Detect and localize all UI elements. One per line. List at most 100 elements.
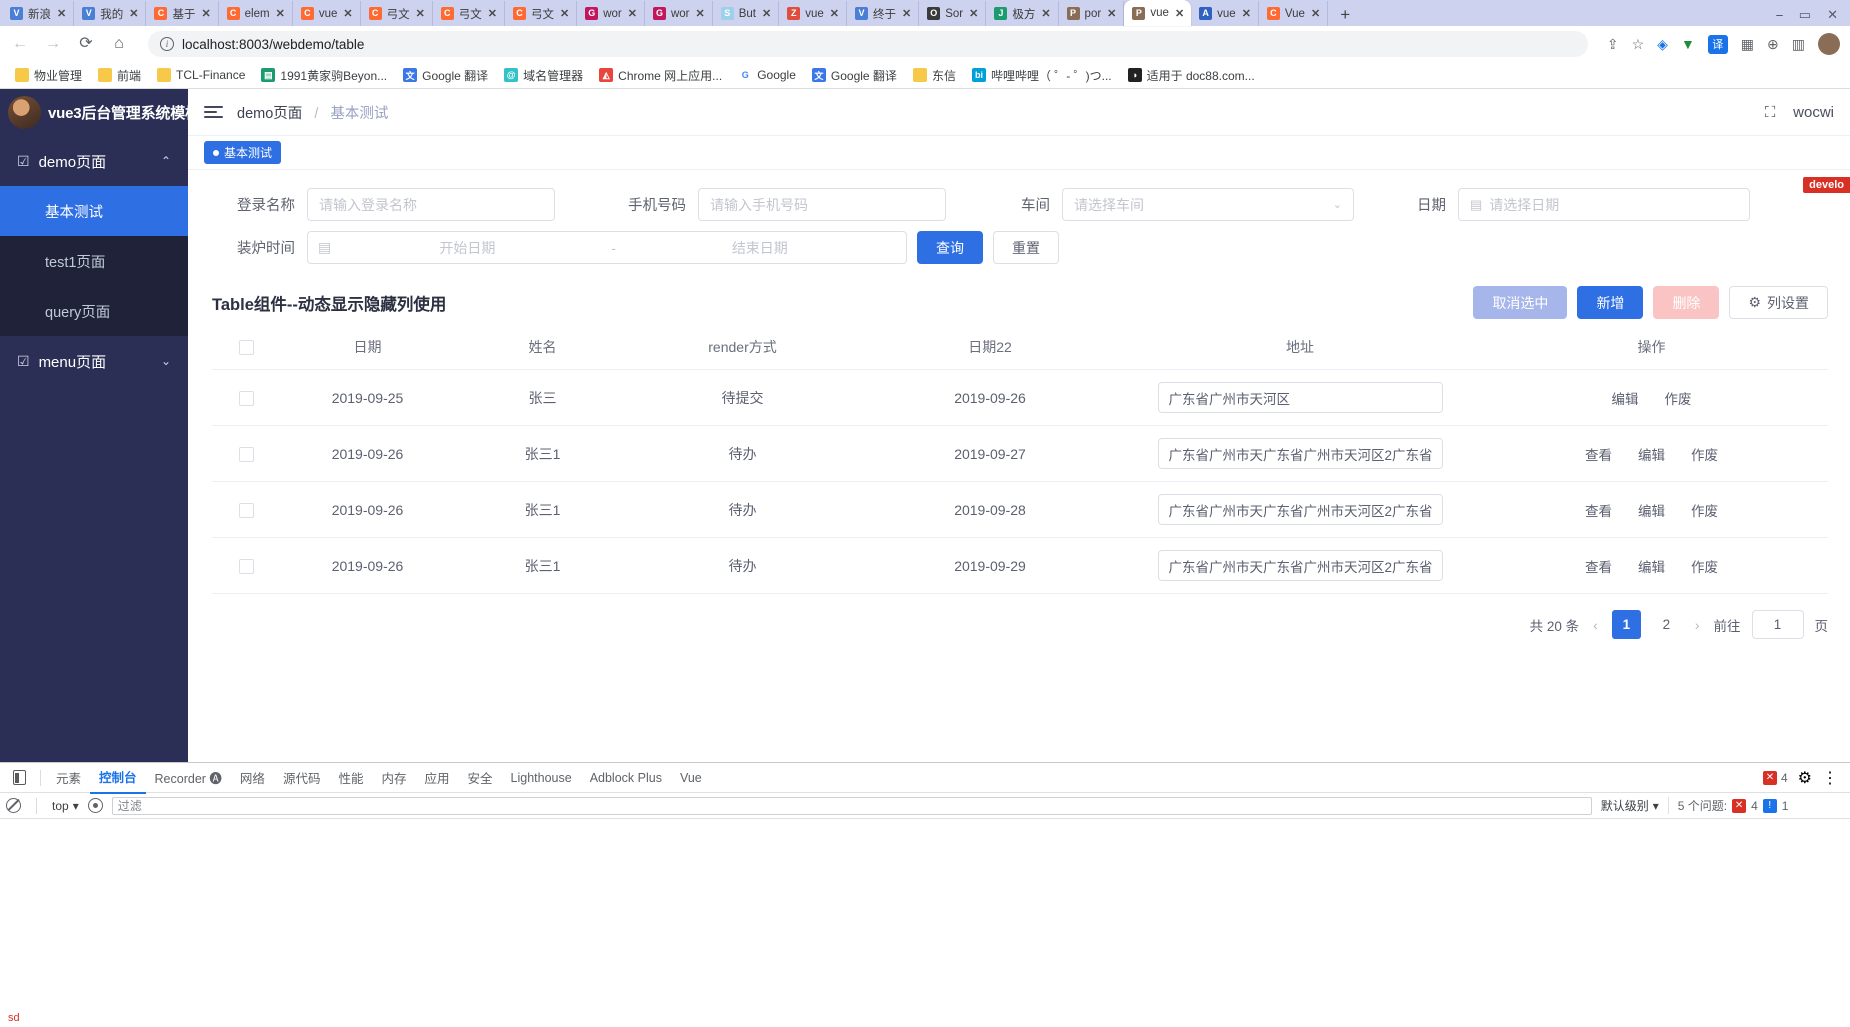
row-checkbox[interactable] xyxy=(238,446,254,462)
console-output[interactable]: sd xyxy=(0,819,1850,1027)
extension-blue-icon[interactable]: ◈ xyxy=(1657,36,1668,53)
home-icon[interactable]: ⌂ xyxy=(109,36,129,52)
user-name-label[interactable]: wocwi xyxy=(1793,104,1834,121)
row-checkbox[interactable] xyxy=(238,502,254,518)
browser-tab[interactable]: Gwor ✕ xyxy=(577,1,645,26)
console-level-selector[interactable]: 默认级别 ▾ xyxy=(1601,797,1659,814)
forward-icon[interactable]: → xyxy=(43,36,63,52)
select-all-checkbox[interactable] xyxy=(238,340,254,356)
sidebar-item-basic-test[interactable]: 基本测试 xyxy=(0,186,188,236)
column-settings-button[interactable]: ⚙ 列设置 xyxy=(1729,286,1828,319)
maximize-icon[interactable]: ▭ xyxy=(1799,7,1811,23)
address-input[interactable]: 广东省广州市天广东省广州市天河区2广东省 xyxy=(1157,550,1443,581)
reload-icon[interactable]: ⟳ xyxy=(76,36,96,52)
close-tab-icon[interactable]: ✕ xyxy=(57,7,66,20)
devtools-tab[interactable]: Recorder 🅐 xyxy=(146,762,231,793)
devtools-tab[interactable]: 网络 xyxy=(231,762,274,793)
translate-badge-icon[interactable]: 译 xyxy=(1707,34,1728,54)
pagination-next[interactable]: › xyxy=(1692,617,1703,633)
address-input[interactable]: 广东省广州市天广东省广州市天河区2广东省 xyxy=(1157,494,1443,525)
pagination-jump-input[interactable]: 1 xyxy=(1751,610,1804,639)
cancel-selection-button[interactable]: 取消选中 xyxy=(1473,286,1568,319)
close-tab-icon[interactable]: ✕ xyxy=(696,7,705,20)
operation-view-link[interactable]: 查看 xyxy=(1585,444,1612,464)
devtools-tab[interactable]: 安全 xyxy=(459,762,502,793)
column-header-date22[interactable]: 日期22 xyxy=(855,325,1125,370)
bookmark-item[interactable]: 物业管理 xyxy=(8,64,89,87)
browser-tab[interactable]: S But ✕ xyxy=(713,1,780,26)
devtools-tab[interactable]: 应用 xyxy=(415,762,458,793)
minimize-icon[interactable]: ⎯ xyxy=(1776,7,1783,23)
tag-basic-test[interactable]: 基本测试 xyxy=(204,141,282,164)
close-tab-icon[interactable]: ✕ xyxy=(488,7,497,20)
sidebar-group-menu-header[interactable]: ☑ menu页面 ⌄ xyxy=(0,336,188,386)
browser-tab[interactable]: Pvue ✕ xyxy=(1124,0,1192,26)
close-tab-icon[interactable]: ✕ xyxy=(416,7,425,20)
operation-void-link[interactable]: 作废 xyxy=(1691,444,1718,464)
sidebar-item-query[interactable]: query页面 xyxy=(0,286,188,336)
devtools-tab[interactable]: 内存 xyxy=(372,762,415,793)
bookmark-item[interactable]: 文 Google 翻译 xyxy=(396,64,495,87)
sidebar-group-demo-header[interactable]: ☑ demo页面 ⌃ xyxy=(0,136,188,186)
delete-button[interactable]: 删除 xyxy=(1653,286,1720,319)
share-icon[interactable]: ⇪ xyxy=(1607,36,1619,53)
table-row[interactable]: 2019-09-26 张三1 待办 2019-09-28 广东省广州市天广东省广州市天河… xyxy=(212,481,1828,538)
collapse-menu-icon[interactable] xyxy=(204,106,223,118)
grid-icon[interactable]: ▦ xyxy=(1741,36,1754,53)
browser-tab[interactable]: O Sor ✕ xyxy=(919,1,987,26)
sidebar-item-test1[interactable]: test1页面 xyxy=(0,236,188,286)
furnace-time-daterange[interactable]: ▤ 开始日期 - 结束日期 xyxy=(307,231,907,264)
breadcrumb-root[interactable]: demo页面 xyxy=(237,106,302,122)
bookmark-item[interactable]: TCL-Finance xyxy=(150,65,252,85)
browser-tab[interactable]: C 弓文 ✕ xyxy=(505,1,578,26)
operation-edit-link[interactable]: 编辑 xyxy=(1638,500,1665,520)
devtools-tab[interactable]: Adblock Plus xyxy=(581,765,671,791)
dock-side-icon[interactable] xyxy=(4,770,34,785)
browser-tab[interactable]: Celem ✕ xyxy=(219,1,293,26)
browser-tab[interactable]: C 弓文 ✕ xyxy=(361,1,433,26)
operation-void-link[interactable]: 作废 xyxy=(1691,500,1718,520)
bookmark-item[interactable]: 东信 xyxy=(906,64,963,87)
operation-edit-link[interactable]: 编辑 xyxy=(1612,388,1639,408)
more-options-icon[interactable]: ⋮ xyxy=(1822,768,1838,788)
browser-tab[interactable]: Ppor ✕ xyxy=(1059,1,1125,26)
operation-view-link[interactable]: 查看 xyxy=(1585,556,1612,576)
close-tab-icon[interactable]: ✕ xyxy=(1311,7,1320,20)
phone-input[interactable]: 请输入手机号码 xyxy=(698,188,946,221)
close-tab-icon[interactable]: ✕ xyxy=(560,7,569,20)
operation-edit-link[interactable]: 编辑 xyxy=(1638,444,1665,464)
operation-void-link[interactable]: 作废 xyxy=(1665,388,1692,408)
browser-tab[interactable]: V 我的 ✕ xyxy=(74,1,147,26)
browser-tab[interactable]: C 弓文 ✕ xyxy=(433,1,506,26)
console-context-selector[interactable]: top ▾ xyxy=(52,799,79,813)
operation-void-link[interactable]: 作废 xyxy=(1691,556,1718,576)
close-tab-icon[interactable]: ✕ xyxy=(1107,7,1116,20)
devtools-tab[interactable]: Lighthouse xyxy=(502,765,581,791)
close-window-icon[interactable]: ✕ xyxy=(1827,7,1838,23)
browser-tab[interactable]: Gwor ✕ xyxy=(645,1,713,26)
bookmark-item[interactable]: ◑ 适用于 doc88.com... xyxy=(1121,64,1262,87)
operation-view-link[interactable]: 查看 xyxy=(1585,500,1612,520)
site-info-icon[interactable]: i xyxy=(160,37,174,51)
add-button[interactable]: 新增 xyxy=(1577,286,1644,319)
close-tab-icon[interactable]: ✕ xyxy=(129,7,138,20)
bookmark-item[interactable]: 前端 xyxy=(91,64,148,87)
devtools-tab[interactable]: Vue xyxy=(671,765,711,791)
address-bar[interactable]: i localhost:8003/webdemo/table xyxy=(148,31,1588,57)
live-expression-icon[interactable] xyxy=(87,798,103,813)
close-tab-icon[interactable]: ✕ xyxy=(1041,7,1050,20)
row-checkbox[interactable] xyxy=(238,558,254,574)
error-count-badge[interactable]: ✕ 4 xyxy=(1762,770,1788,785)
date-picker-input[interactable]: ▤ 请选择日期 xyxy=(1458,188,1750,221)
settings-gear-icon[interactable]: ⚙ xyxy=(1798,768,1812,788)
browser-tab[interactable]: Zvue ✕ xyxy=(779,1,847,26)
devtools-tab[interactable]: 性能 xyxy=(329,762,372,793)
profile-avatar[interactable] xyxy=(1818,33,1840,55)
extension-green-icon[interactable]: ▼ xyxy=(1681,36,1695,52)
bookmark-item[interactable]: ◭ Chrome 网上应用... xyxy=(592,64,729,87)
row-checkbox[interactable] xyxy=(238,390,254,406)
browser-tab[interactable]: V 终于 ✕ xyxy=(847,1,920,26)
puzzle-extensions-icon[interactable]: ⊕ xyxy=(1767,36,1779,53)
operation-edit-link[interactable]: 编辑 xyxy=(1638,556,1665,576)
login-name-input[interactable]: 请输入登录名称 xyxy=(307,188,555,221)
